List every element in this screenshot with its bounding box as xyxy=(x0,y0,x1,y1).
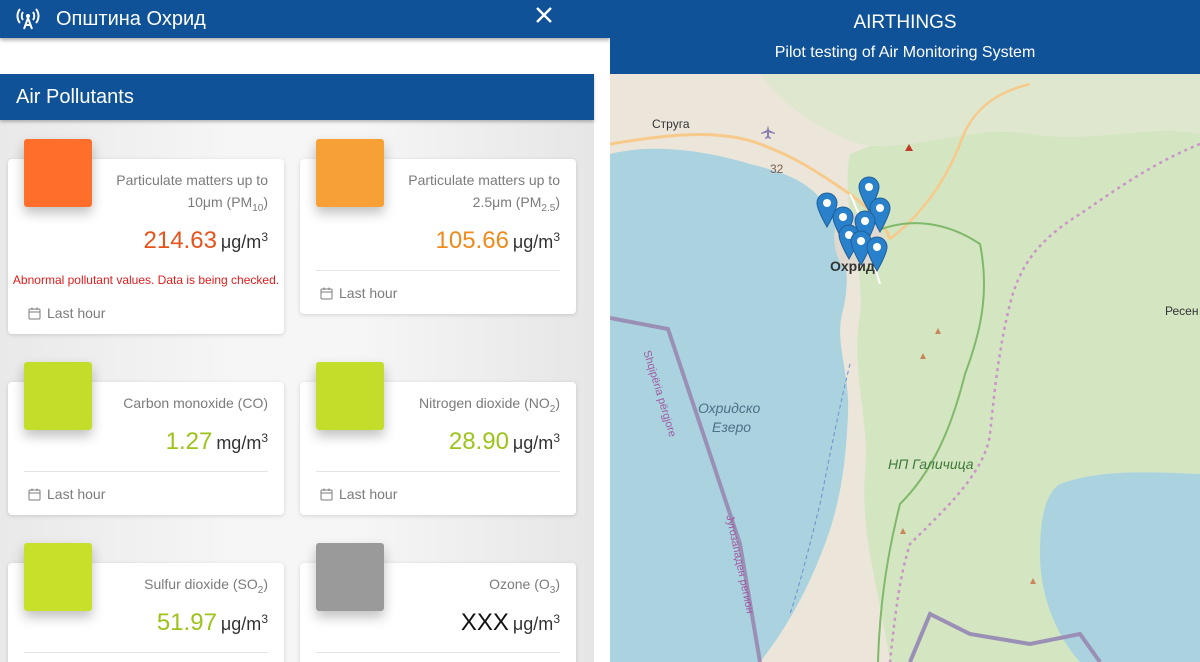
time-range: Last hour xyxy=(320,285,397,301)
pollutant-reading: 214.63 μg/m3 xyxy=(144,227,268,255)
map-label-lake-2: Езеро xyxy=(712,419,752,435)
pollutant-value: 1.27 xyxy=(165,428,213,455)
calendar-icon xyxy=(320,287,333,300)
pollutant-unit: μg/m3 xyxy=(512,230,560,252)
pollutant-card-no2[interactable]: Nitrogen dioxide (NO2) 28.90 μg/m3 Last h… xyxy=(300,362,576,515)
card-divider xyxy=(316,471,560,472)
time-range-label: Last hour xyxy=(47,305,106,321)
time-range: Last hour xyxy=(28,486,105,502)
pollutant-name: Particulate matters up to 10μm (PM10) xyxy=(116,172,268,214)
time-range: Last hour xyxy=(320,486,397,502)
time-range: Last hour xyxy=(28,305,105,321)
pollutant-card-so2[interactable]: Sulfur dioxide (SO2) 51.97 μg/m3 xyxy=(8,543,284,662)
pollutant-name: Sulfur dioxide (SO2) xyxy=(144,576,268,596)
card-divider xyxy=(316,270,560,271)
pollutant-card-pm25[interactable]: Particulate matters up to 2.5μm (PM2.5) … xyxy=(300,139,576,314)
pollutant-unit: μg/m3 xyxy=(512,612,560,634)
map-label-struga: Струга xyxy=(652,117,690,131)
airport-icon xyxy=(760,124,776,145)
pollutant-card-pm10[interactable]: Particulate matters up to 10μm (PM10) 21… xyxy=(8,139,284,334)
map-panel: AIRTHINGS Pilot testing of Air Monitorin… xyxy=(610,0,1200,662)
map-header-title: AIRTHINGS xyxy=(853,12,957,33)
map-label-road: 32 xyxy=(770,162,784,176)
section-title: Air Pollutants xyxy=(0,74,594,120)
pollutant-card-co[interactable]: Carbon monoxide (CO) 1.27 mg/m3 Last hour xyxy=(8,362,284,515)
calendar-icon xyxy=(28,307,41,320)
map-header: AIRTHINGS Pilot testing of Air Monitorin… xyxy=(610,0,1200,74)
pollutant-value: 28.90 xyxy=(448,428,509,455)
pollutant-name: Carbon monoxide (CO) xyxy=(123,395,268,411)
pollutant-unit: mg/m3 xyxy=(216,431,268,453)
map-pin-icon[interactable] xyxy=(866,236,888,277)
air-pollutants-section: Air Pollutants Particulate matters up to… xyxy=(0,74,594,662)
map-tiles xyxy=(610,74,1200,662)
map-header-subtitle: Pilot testing of Air Monitoring System xyxy=(774,44,1036,61)
calendar-icon xyxy=(28,488,41,501)
panel-top-bar: Општина Охрид xyxy=(0,0,610,38)
pollutant-name: Particulate matters up to 2.5μm (PM2.5) xyxy=(408,172,560,214)
pollutant-reading: XXX μg/m3 xyxy=(461,609,560,637)
pollutant-color-swatch xyxy=(316,362,384,430)
time-range-label: Last hour xyxy=(339,285,398,301)
pollutant-color-swatch xyxy=(24,139,92,207)
pollutant-card-o3[interactable]: Ozone (O3) XXX μg/m3 xyxy=(300,543,576,662)
pollutant-unit: μg/m3 xyxy=(220,230,268,252)
pollutant-value: 105.66 xyxy=(435,227,509,254)
pollutant-reading: 28.90 μg/m3 xyxy=(449,428,560,456)
map-view[interactable]: Струга 32 Охрид Охридско Езеро НП Галичи… xyxy=(610,74,1200,662)
map-label-resen: Ресен xyxy=(1165,304,1199,318)
pollutant-name: Nitrogen dioxide (NO2) xyxy=(419,395,560,415)
pollutant-name: Ozone (O3) xyxy=(489,576,560,596)
map-label-park: НП Галичица xyxy=(888,456,974,472)
pollutant-color-swatch xyxy=(24,543,92,611)
calendar-icon xyxy=(320,488,333,501)
map-label-lake: Охридско xyxy=(698,400,761,416)
antenna-icon xyxy=(14,5,42,33)
card-divider xyxy=(24,471,268,472)
pollutant-unit: μg/m3 xyxy=(512,431,560,453)
pollutant-color-swatch xyxy=(316,543,384,611)
pollutant-value: XXX xyxy=(460,609,509,636)
card-divider xyxy=(316,652,560,653)
card-divider xyxy=(24,652,268,653)
pollutant-color-swatch xyxy=(316,139,384,207)
pollutant-reading: 1.27 mg/m3 xyxy=(166,428,268,456)
municipality-title: Општина Охрид xyxy=(56,7,206,30)
pollutant-color-swatch xyxy=(24,362,92,430)
close-icon[interactable] xyxy=(530,0,558,30)
pollutant-value: 51.97 xyxy=(156,609,217,636)
pollutants-panel: Општина Охрид Air Pollutants Particulate… xyxy=(0,0,610,662)
time-range-label: Last hour xyxy=(339,486,398,502)
pollutant-reading: 105.66 μg/m3 xyxy=(436,227,560,255)
pollutant-unit: μg/m3 xyxy=(220,612,268,634)
pollutant-reading: 51.97 μg/m3 xyxy=(157,609,268,637)
time-range-label: Last hour xyxy=(47,486,106,502)
warning-message: Abnormal pollutant values. Data is being… xyxy=(12,273,280,287)
pollutant-value: 214.63 xyxy=(143,227,217,254)
